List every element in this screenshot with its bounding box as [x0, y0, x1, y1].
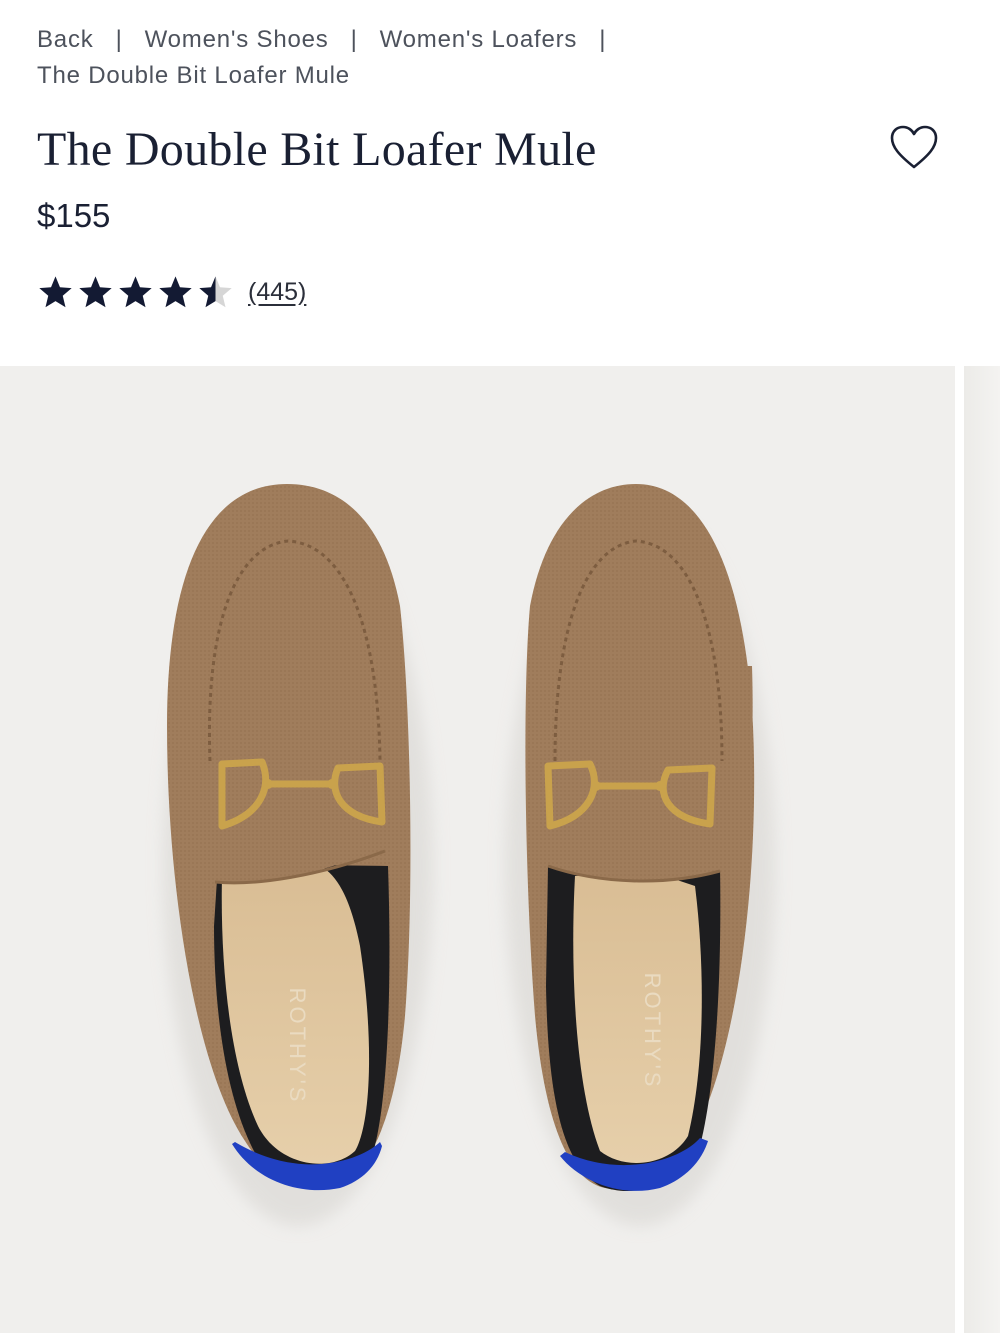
- insole-brand-text: ROTHY'S: [285, 988, 310, 1105]
- product-image-gallery[interactable]: ROTHY'S ROTHY'S: [0, 366, 1000, 1333]
- breadcrumb-separator: |: [599, 26, 607, 53]
- product-price: $155: [37, 197, 111, 234]
- product-image-next-peek[interactable]: [964, 366, 1000, 1333]
- breadcrumb-current: The Double Bit Loafer Mule: [37, 62, 350, 89]
- breadcrumb-separator: |: [350, 26, 358, 53]
- breadcrumb-separator: |: [115, 26, 123, 53]
- right-shoe: ROTHY'S: [505, 484, 775, 1226]
- wishlist-heart-icon[interactable]: [888, 123, 940, 171]
- star-icon: [199, 275, 232, 307]
- review-count-link[interactable]: (445): [248, 278, 306, 307]
- breadcrumb-womens-loafers[interactable]: Women's Loafers: [380, 26, 578, 53]
- breadcrumb-womens-shoes[interactable]: Women's Shoes: [145, 26, 329, 53]
- breadcrumb: Back | Women's Shoes | Women's Loafers | The D…: [37, 22, 937, 94]
- product-rating: (445): [37, 272, 306, 312]
- star-icon: [79, 275, 112, 307]
- product-title: The Double Bit Loafer Mule: [37, 123, 597, 176]
- breadcrumb-back[interactable]: Back: [37, 26, 94, 53]
- product-image-main[interactable]: ROTHY'S ROTHY'S: [0, 366, 955, 1333]
- rating-stars: [37, 274, 234, 311]
- left-shoe: ROTHY'S: [163, 484, 433, 1226]
- insole-brand-text: ROTHY'S: [640, 973, 665, 1090]
- star-icon: [119, 275, 152, 307]
- star-icon: [159, 275, 192, 307]
- star-icon: [39, 275, 72, 307]
